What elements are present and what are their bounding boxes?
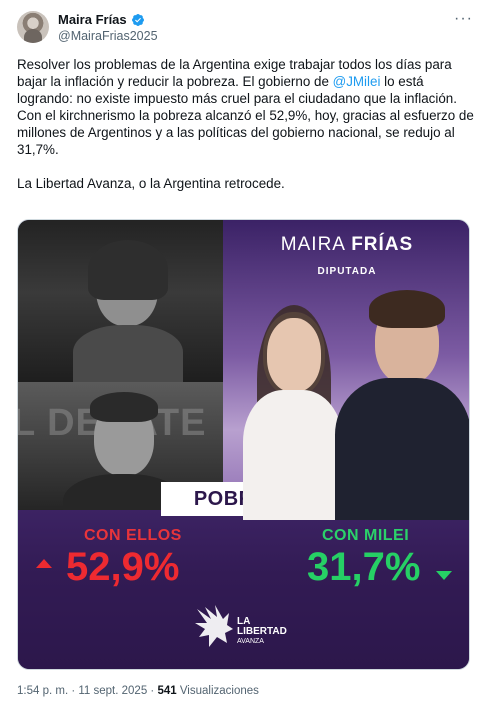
avatar[interactable] [17,11,49,43]
right-label: CON MILEI [322,527,410,544]
tweet-time[interactable]: 1:54 p. m. [17,685,68,697]
photo-woman-bw [18,220,223,385]
tweet-meta: 1:54 p. m. · 11 sept. 2025 · 541 Visuali… [17,685,259,697]
tweet-paragraph-1: Resolver los problemas de la Argentina e… [17,56,477,158]
right-photo: MAIRA FRÍAS DIPUTADA [223,220,469,520]
arrow-down-icon [436,571,452,580]
author-handle[interactable]: @MairaFrias2025 [58,29,158,43]
party-logo: LA LIBERTAD AVANZA [193,603,303,653]
verified-badge-icon [131,13,144,26]
tweet-date[interactable]: 11 sept. 2025 [78,685,147,697]
logo-line-3: AVANZA [237,638,264,645]
left-photos: L DEBATE [18,220,223,534]
more-options-icon[interactable]: ··· [454,10,473,28]
meta-separator-1: · [68,685,79,697]
left-value: 52,9% [66,545,180,589]
candidate-first-name: MAIRA [280,234,345,255]
tweet-text: Resolver los problemas de la Argentina e… [17,56,477,209]
candidate-name: MAIRA FRÍAS [223,234,469,256]
logo-line-2: LIBERTAD [237,626,287,637]
views-label: Visualizaciones [179,685,259,697]
tweet: Maira Frías @MairaFrias2025 ··· Resolver… [0,0,495,706]
right-value: 31,7% [307,545,421,589]
tweet-image[interactable]: L DEBATE MAIRA FRÍAS DIPUTADA POBREZA CO… [17,219,470,670]
views-count: 541 [157,685,177,697]
candidate-last-name: FRÍAS [351,234,414,255]
author-row: Maira Frías [58,12,145,27]
lion-icon [195,605,233,647]
mention-link[interactable]: @JMilei [333,74,381,89]
author-name[interactable]: Maira Frías [58,12,127,27]
meta-separator-2: · [147,685,158,697]
logo-text: LA LIBERTAD AVANZA [237,617,287,647]
arrow-up-icon [36,559,52,568]
left-label: CON ELLOS [84,527,182,544]
tweet-paragraph-2: La Libertad Avanza, o la Argentina retro… [17,176,285,191]
candidate-role: DIPUTADA [317,266,377,277]
